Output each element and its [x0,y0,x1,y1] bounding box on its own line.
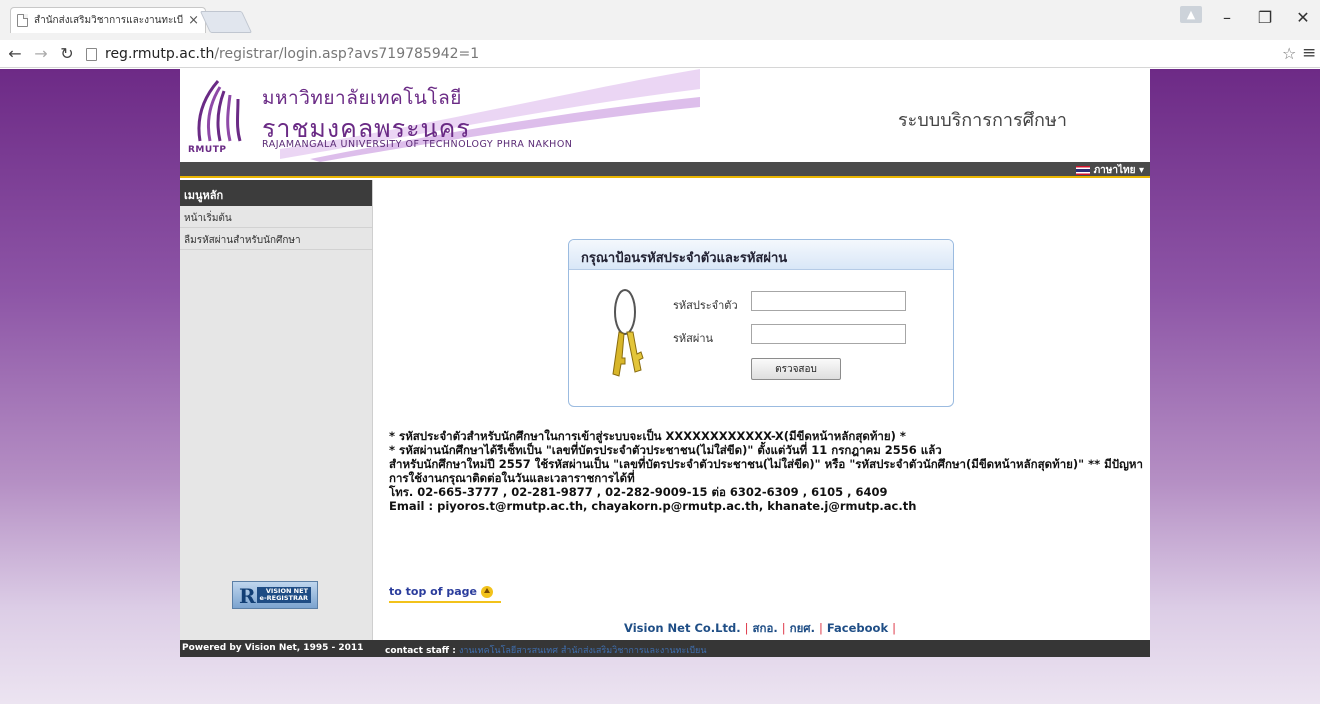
site-container: มหาวิทยาลัยเทคโนโลยี ราชมงคลพระนคร RAJAM… [180,69,1150,657]
restore-button[interactable]: ❐ [1250,8,1280,27]
minimize-button[interactable]: – [1212,8,1242,27]
address-bar[interactable]: reg.rmutp.ac.th/registrar/login.asp?avs7… [86,43,1286,65]
tab-close-icon[interactable]: × [188,13,199,28]
url-host: reg.rmutp.ac.th [105,46,215,62]
language-bar: ภาษาไทย ▾ [180,162,1150,178]
tab-title: สำนักส่งเสริมวิชาการและงานทะเบียน [34,15,185,26]
reload-icon[interactable]: ↻ [56,44,78,63]
thai-flag-icon [1075,166,1090,175]
bookmark-star-icon[interactable]: ☆ [1282,44,1296,63]
footer-link-visionnet[interactable]: Vision Net Co.Ltd. [624,621,741,635]
browser-tab[interactable]: สำนักส่งเสริมวิชาการและงานทะเบียน × [10,7,206,33]
language-label: ภาษาไทย ▾ [1093,165,1144,176]
system-title: ระบบบริการการศึกษา [898,110,1067,131]
footer-link-facebook[interactable]: Facebook [827,621,888,635]
logo-abbreviation: RMUTP [188,145,227,155]
to-top-link[interactable]: to top of page [389,585,493,598]
login-panel: กรุณาป้อนรหัสประจำตัวและรหัสผ่าน รหัสประ… [568,239,954,407]
contact-link[interactable]: งานเทคโนโลยีสารสนเทศ สำนักส่งเสริมวิชากา… [459,646,707,656]
sidebar-item-home[interactable]: หน้าเริ่มต้น [180,206,372,228]
login-heading: กรุณาป้อนรหัสประจำตัวและรหัสผ่าน [569,240,953,270]
back-icon[interactable]: ← [4,44,26,63]
separator: | [744,621,749,635]
password-input[interactable] [751,324,906,344]
note-line: * รหัสประจำตัวสำหรับนักศึกษาในการเข้าสู่… [389,429,906,443]
logo-english: RAJAMANGALA UNIVERSITY OF TECHNOLOGY PHR… [262,139,573,150]
user-profile-icon[interactable]: ▲ [1180,6,1202,23]
footer-link-ohec[interactable]: สกอ. [752,621,777,635]
vision-net-badge[interactable]: R VISION NET e-REGISTRAR [232,581,318,609]
registrar-logo-icon: R [239,584,256,608]
note-line: * รหัสผ่านนักศึกษาได้รีเซ็ทเป็น "เลขที่บ… [389,443,942,457]
separator: | [892,621,896,635]
page-viewport: มหาวิทยาลัยเทคโนโลยี ราชมงคลพระนคร RAJAM… [0,69,1320,704]
url-path: /registrar/login.asp?avs719785942=1 [214,46,480,62]
menu-icon[interactable]: ≡ [1302,43,1316,63]
footer-links: Vision Net Co.Ltd. | สกอ. | กยศ. | Facebook | [374,620,1150,638]
note-line: สำหรับนักศึกษาใหม่ปี 2557 ใช้รหัสผ่านเป็… [389,457,1143,485]
sidebar-heading: เมนูหลัก [180,180,372,206]
browser-toolbar: ← → ↻ reg.rmutp.ac.th/registrar/login.as… [0,40,1320,68]
to-top-label: to top of page [389,585,477,598]
arrow-up-icon [480,585,493,598]
page-icon [86,47,97,61]
submit-button[interactable]: ตรวจสอบ [751,358,841,380]
new-tab-button[interactable] [199,11,253,33]
header-banner: มหาวิทยาลัยเทคโนโลยี ราชมงคลพระนคร RAJAM… [180,69,1150,162]
powered-by: Powered by Vision Net, 1995 - 2011 [182,643,364,653]
contact-label: contact staff : [385,646,456,656]
close-window-button[interactable]: ✕ [1288,8,1318,27]
separator: | [781,621,786,635]
page-icon [17,14,28,27]
note-line: Email : piyoros.t@rmutp.ac.th, chayakorn… [389,499,917,513]
to-top-underline [389,601,501,603]
user-id-input[interactable] [751,291,906,311]
note-line: โทร. 02-665-3777 , 02-281-9877 , 02-282-… [389,485,888,499]
forward-icon[interactable]: → [30,44,52,63]
browser-tabbar: สำนักส่งเสริมวิชาการและงานทะเบียน × ▲ – … [0,0,1320,40]
sidebar: เมนูหลัก หน้าเริ่มต้น ลืมรหัสผ่านสำหรับน… [180,180,373,640]
user-id-label: รหัสประจำตัว [673,299,738,312]
sidebar-item-forgot-password[interactable]: ลืมรหัสผ่านสำหรับนักศึกษา [180,228,372,250]
language-selector[interactable]: ภาษาไทย ▾ [1075,163,1144,178]
password-label: รหัสผ่าน [673,332,714,345]
badge-text: VISION NET e-REGISTRAR [256,587,311,603]
main-content: กรุณาป้อนรหัสประจำตัวและรหัสผ่าน รหัสประ… [374,180,1150,640]
footer-bar: Powered by Vision Net, 1995 - 2011 conta… [180,640,1150,657]
contact-staff: contact staff : งานเทคโนโลยีสารสนเทศ สำน… [385,643,706,657]
login-notes: * รหัสประจำตัวสำหรับนักศึกษาในการเข้าสู่… [389,429,1149,513]
keys-icon [612,289,644,377]
separator: | [818,621,823,635]
footer-link-slf[interactable]: กยศ. [790,621,815,635]
